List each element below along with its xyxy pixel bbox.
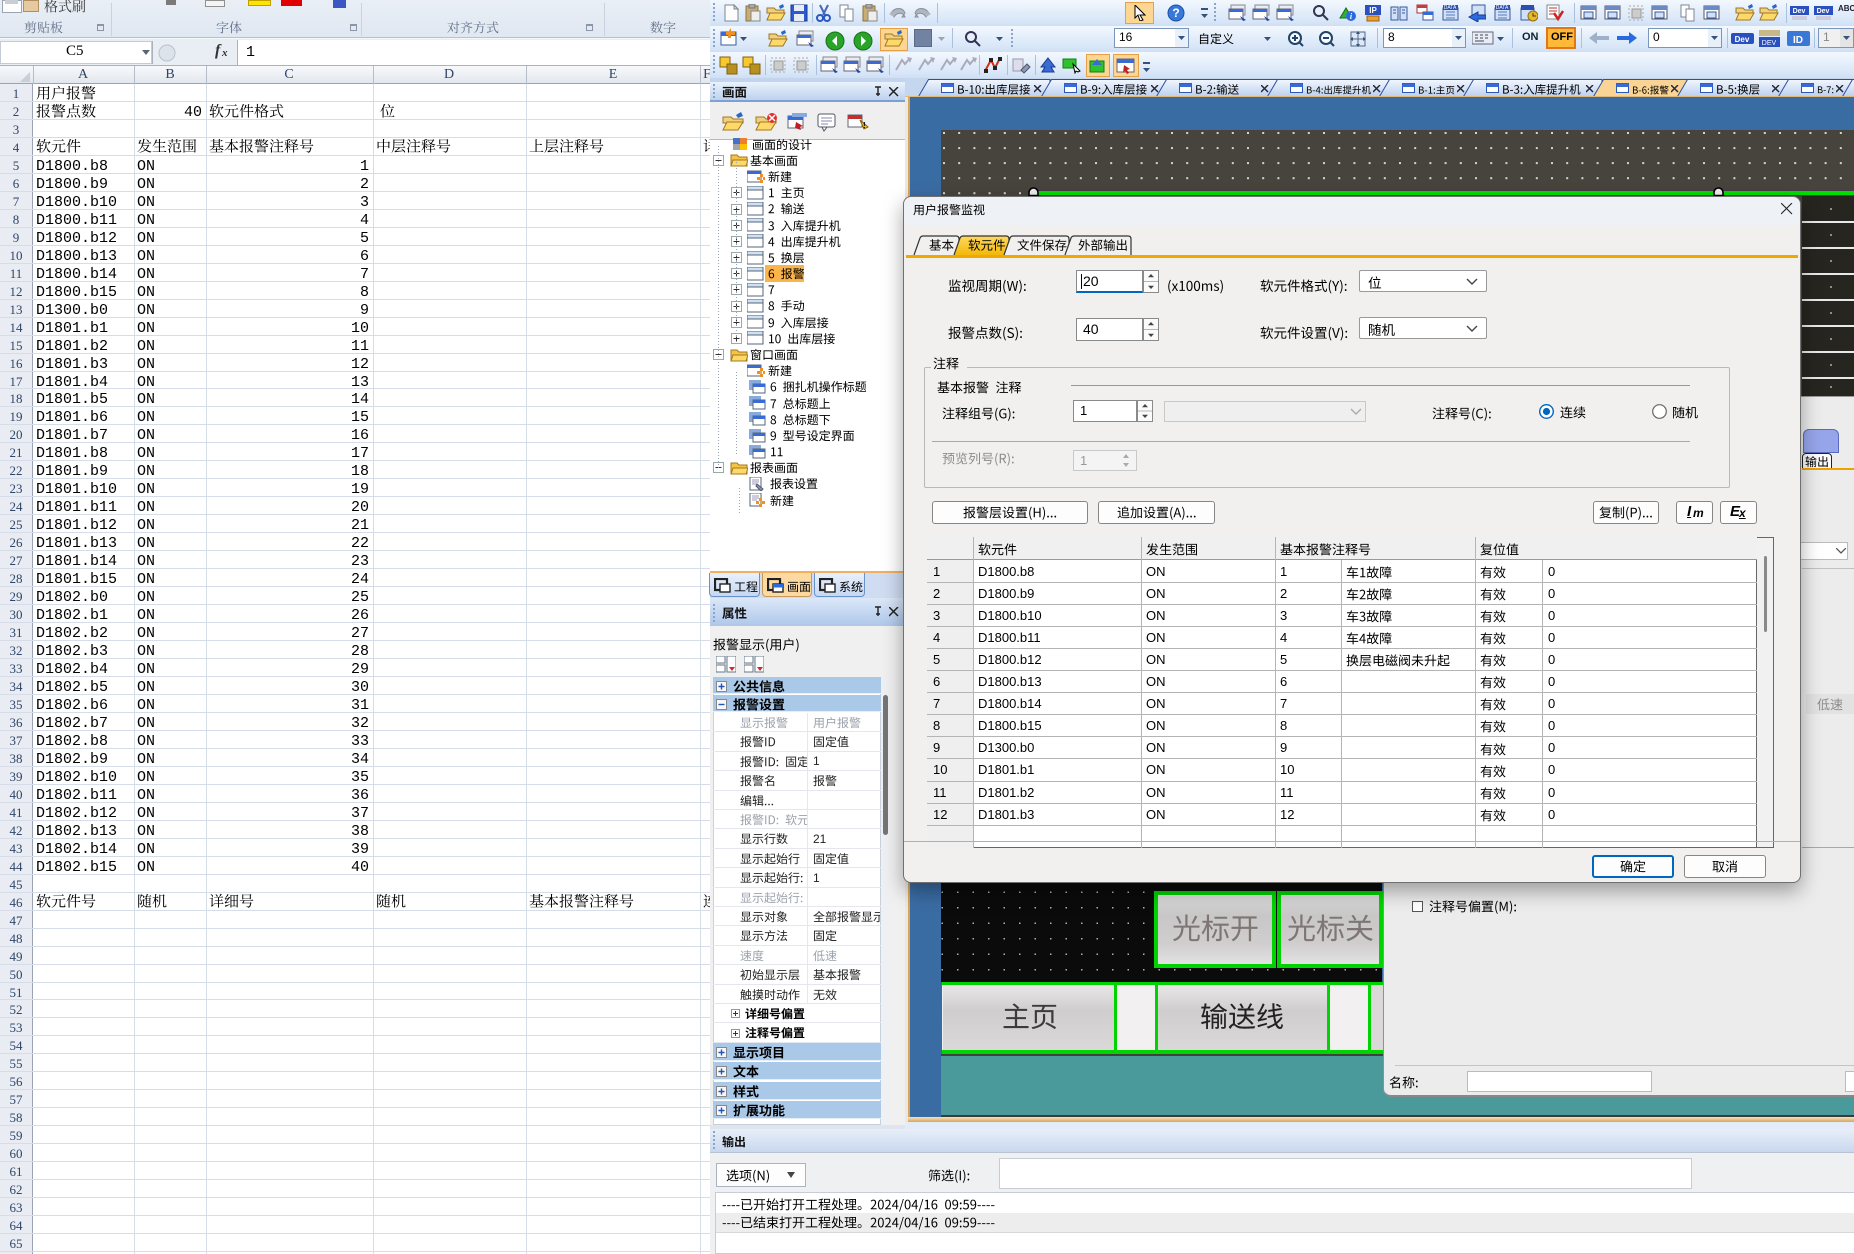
svg-text:!: ! [863,121,866,130]
svg-text:Dev: Dev [1793,8,1806,15]
svg-text:IP: IP [1369,6,1377,15]
svg-text:DEV: DEV [1762,40,1777,47]
svg-text:Dev: Dev [1817,8,1830,15]
svg-text:?: ? [1172,6,1179,20]
svg-text:DATA: DATA [1444,5,1457,11]
svg-text:DATA: DATA [1496,5,1509,11]
svg-text:ID: ID [1793,35,1803,46]
svg-text:Dev: Dev [1735,35,1750,44]
